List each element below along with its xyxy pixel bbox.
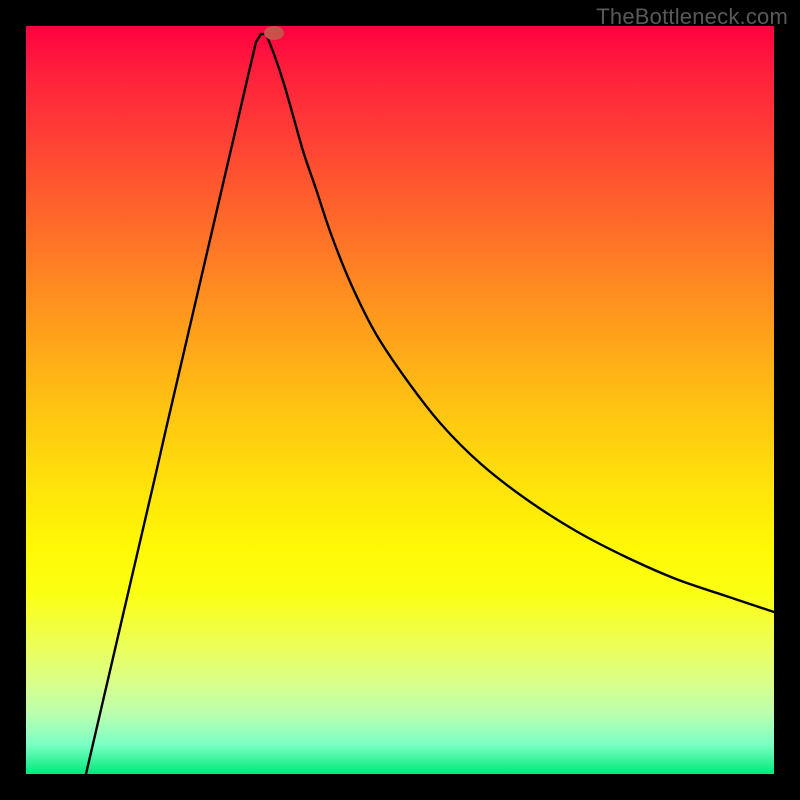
curve-left-branch [86,34,266,774]
chart-plot-area [26,26,774,774]
chart-svg [26,26,774,774]
watermark-text: TheBottleneck.com [596,4,788,30]
minimum-marker [264,26,284,40]
curve-right-branch [266,34,774,612]
